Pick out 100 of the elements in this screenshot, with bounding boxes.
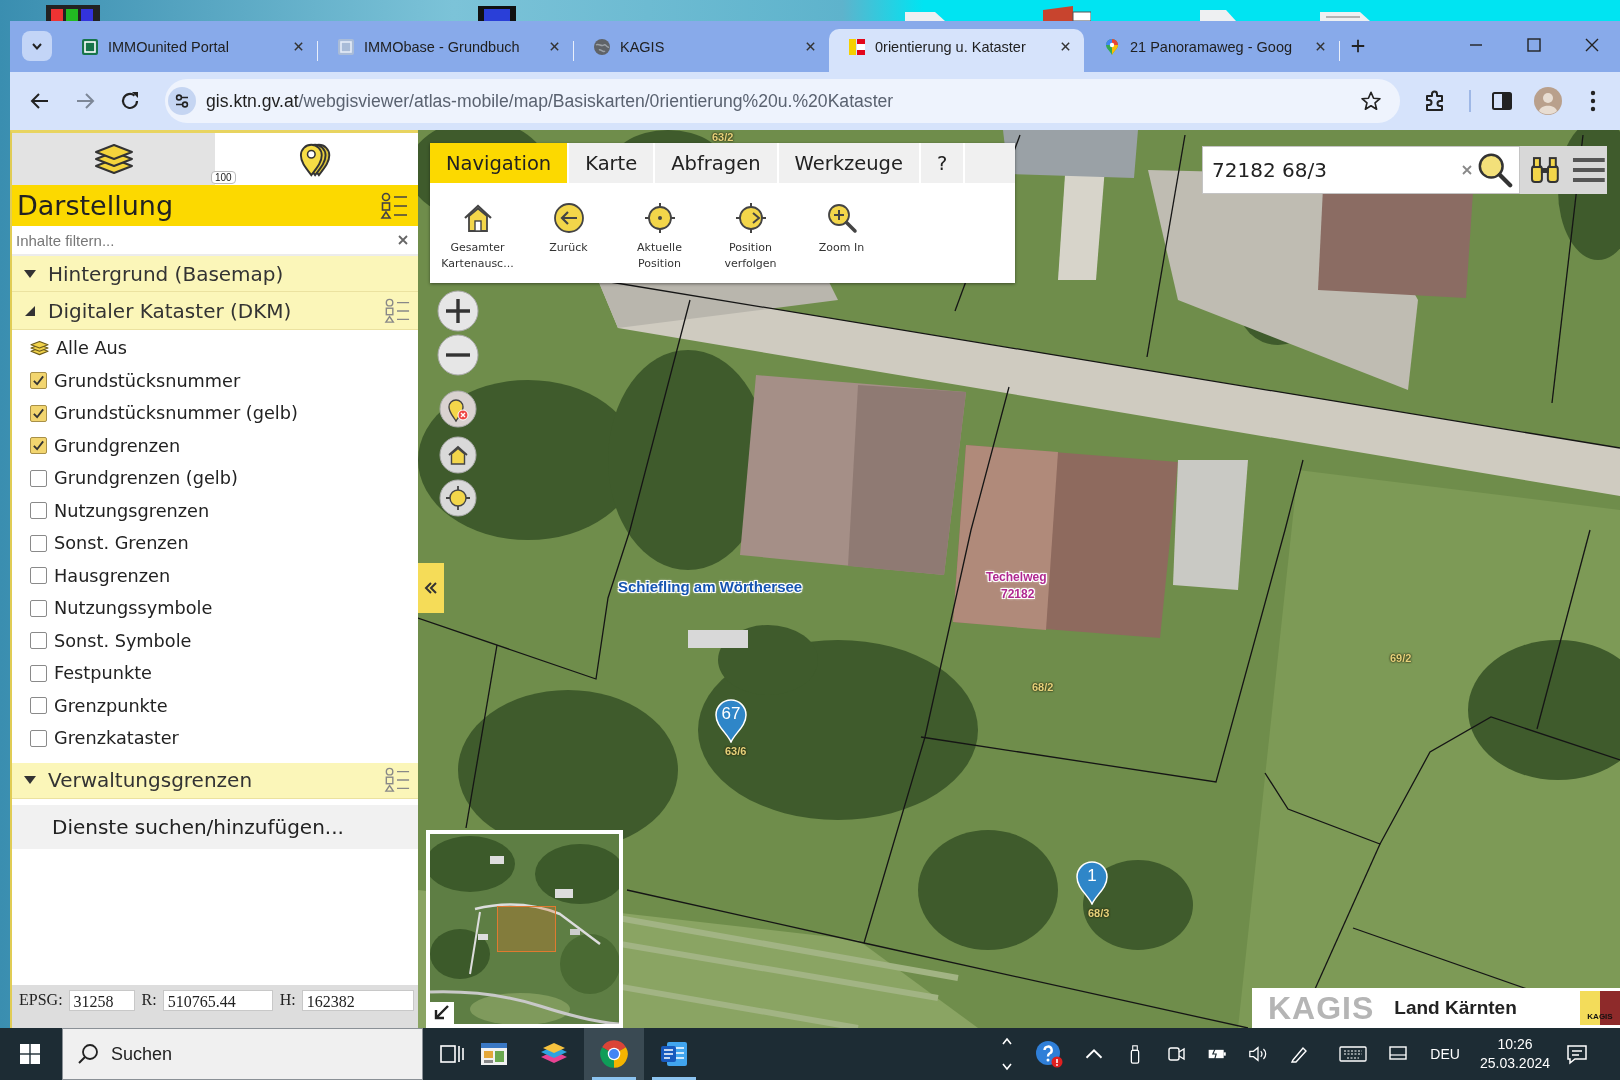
legend-icon[interactable] [384, 297, 410, 324]
map-label: 63/6 [725, 745, 747, 758]
menu-icon[interactable] [1590, 90, 1596, 112]
address-bar[interactable]: gis.ktn.gv.at/webgisviewer/atlas-mobile/map/Basiskarten/0rientierung%20u.%20Kataster [165, 79, 1400, 123]
layer-label: Grundstücksnummer [54, 370, 241, 391]
checkbox[interactable] [30, 404, 47, 422]
map-label: 68/3 [1088, 907, 1110, 920]
browser-tab[interactable]: 0rientierung u. Kataster [829, 29, 1084, 72]
map-marker[interactable]: 67 [713, 697, 749, 743]
task-view-icon[interactable] [440, 1043, 464, 1065]
checkbox[interactable] [30, 664, 47, 682]
map-tool-button[interactable]: Aktuelle Position [614, 183, 705, 272]
remove-location-icon[interactable] [439, 390, 477, 428]
checkbox[interactable] [30, 372, 47, 390]
speaker-icon[interactable] [1248, 1044, 1269, 1064]
checkbox[interactable] [30, 469, 47, 487]
group-header[interactable]: Hintergrund (Basemap) [12, 256, 418, 292]
site-info-icon[interactable] [168, 87, 196, 115]
checkmark-icon [32, 406, 45, 420]
all-off-button[interactable]: Alle Aus [30, 332, 418, 365]
maximize-icon[interactable] [1527, 38, 1541, 52]
toolbar-tab[interactable]: Navigation [430, 143, 570, 183]
zoom-in-icon[interactable] [437, 290, 479, 332]
document-app-icon [659, 1039, 689, 1069]
browser-app-icon [599, 1039, 629, 1069]
add-services-button[interactable]: Dienste suchen/hinzufügen... [12, 804, 418, 849]
map-label: Schiefling am Wörthersee [618, 579, 803, 596]
side-panel-icon[interactable] [1490, 89, 1514, 113]
close-icon[interactable] [805, 41, 816, 52]
keyboard-icon[interactable] [1339, 1044, 1368, 1064]
logo-subtitle: Land Kärnten [1394, 997, 1517, 1019]
clock-date[interactable]: 25.03.2024 [1479, 1054, 1550, 1073]
home-icon[interactable] [439, 436, 477, 474]
menu-icon[interactable] [1571, 156, 1607, 184]
logo-text: KAGIS [1268, 989, 1375, 1027]
notification-icon[interactable] [1566, 1043, 1588, 1065]
help-icon[interactable] [1035, 1040, 1064, 1068]
layer-label: Sonst. Symbole [54, 630, 192, 651]
browser-tab[interactable]: KAGIS [574, 29, 829, 72]
taskbar-search-field[interactable]: Suchen [62, 1028, 423, 1080]
map-label: 69/2 [1390, 652, 1412, 665]
checkbox[interactable] [30, 632, 47, 650]
checkbox[interactable] [30, 534, 47, 552]
checkbox[interactable] [30, 599, 47, 617]
browser-tab[interactable]: IMMObase - Grundbuch [318, 29, 573, 72]
collapse-panel-button[interactable] [418, 563, 444, 613]
map-tool-button[interactable]: Position verfolgen [705, 183, 796, 272]
group-header[interactable]: Verwaltungsgrenzen [12, 762, 418, 799]
layer-label: Nutzungssymbole [54, 598, 213, 619]
browser-tab[interactable]: 21 Panoramaweg - Goog [1084, 29, 1339, 72]
close-icon[interactable] [293, 41, 304, 52]
map-marker[interactable]: 1 [1074, 859, 1110, 905]
bookmark-star-icon[interactable] [1360, 90, 1382, 112]
close-icon[interactable] [549, 41, 560, 52]
coordinate-label: H: [279, 991, 296, 1009]
checkmark-icon [32, 439, 45, 453]
language-indicator[interactable]: DEU [1430, 1046, 1460, 1062]
legend-icon[interactable] [384, 767, 410, 793]
panel-tab[interactable] [12, 133, 215, 185]
desktop-icon[interactable] [1043, 4, 1091, 21]
layers-icon [30, 339, 49, 357]
camera-icon[interactable] [1166, 1044, 1187, 1064]
start-menu-icon[interactable] [20, 1044, 40, 1064]
checkbox[interactable] [30, 567, 47, 585]
new-tab-icon[interactable] [1350, 38, 1366, 54]
crosshair-icon[interactable] [439, 479, 477, 517]
crosshair-icon [643, 202, 676, 234]
binoculars-icon[interactable] [1529, 156, 1560, 184]
map-label: 63/2 [712, 131, 734, 144]
search-field[interactable]: 72182 68/3 [1202, 146, 1520, 194]
crosshair-arrow-icon [734, 202, 767, 234]
search-icon[interactable] [1476, 152, 1513, 188]
close-icon[interactable] [1585, 38, 1599, 52]
map-pin-icon [1104, 38, 1120, 55]
close-icon[interactable] [1315, 41, 1326, 52]
map-tool-button[interactable]: Zurück [523, 183, 614, 272]
browser-tab[interactable]: IMMOunited Portal [62, 29, 317, 72]
flag-icon [849, 38, 865, 55]
checkbox[interactable] [30, 697, 47, 715]
checkbox[interactable] [30, 502, 47, 520]
clear-icon[interactable] [1461, 165, 1472, 175]
coordinate-field: 510765.44 [162, 989, 273, 1011]
shed-roof [688, 630, 748, 648]
group-header[interactable]: Digitaler Kataster (DKM) [12, 292, 418, 330]
map-tool-button[interactable]: Gesamter Kartenausc... [432, 183, 523, 272]
checkbox[interactable] [30, 729, 47, 747]
map-tool-button[interactable]: Zoom In [796, 183, 887, 272]
layer-label: Grundstücksnummer (gelb) [54, 403, 298, 424]
map-label: 68/2 [1032, 681, 1054, 694]
tab-search-button[interactable] [22, 31, 52, 61]
close-icon[interactable] [1060, 41, 1071, 52]
checkbox[interactable] [30, 437, 47, 455]
logo-tile-icon [338, 38, 354, 55]
clock-time[interactable]: 10:26 [1497, 1035, 1533, 1054]
logo-badge: KAGIS [1580, 991, 1620, 1025]
clear-icon[interactable] [398, 235, 408, 245]
desktop-icon[interactable] [45, 4, 101, 21]
zoom-out-icon[interactable] [437, 334, 479, 376]
desktop-icon[interactable] [478, 4, 516, 21]
legend-icon[interactable] [380, 191, 408, 220]
